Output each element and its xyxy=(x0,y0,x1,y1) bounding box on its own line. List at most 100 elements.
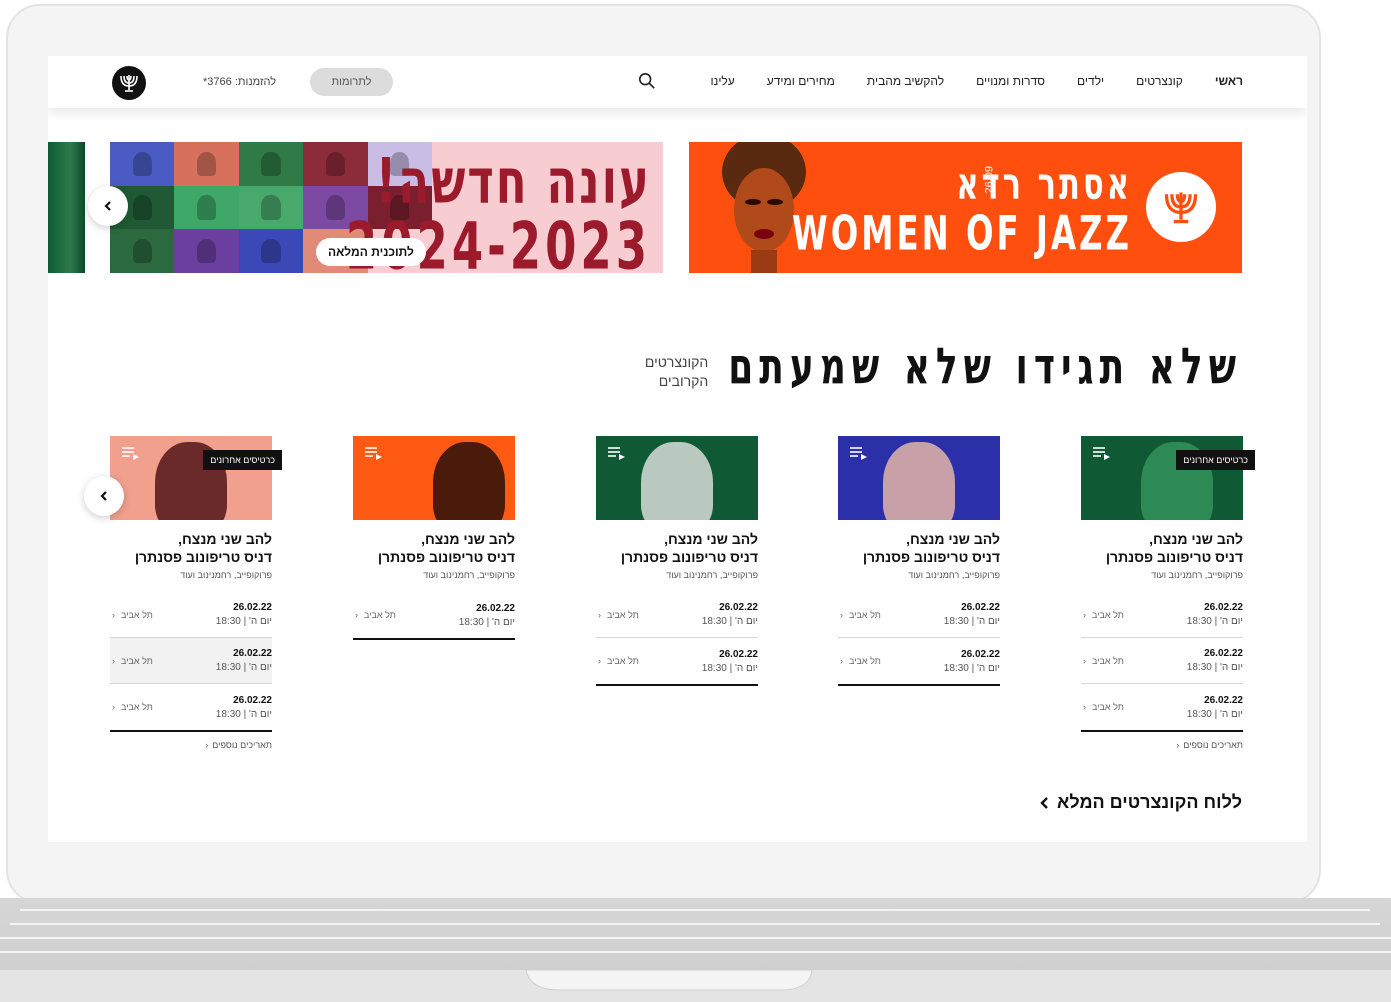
concert-image xyxy=(353,436,515,520)
concert-card[interactable]: כרטיסים אחרונים להב שני מנצח, דניס טריפו… xyxy=(110,436,282,750)
nav-item-series[interactable]: סדרות ומנויים xyxy=(976,74,1045,88)
browser-screen: ראשי קונצרטים ילדים סדרות ומנויים להקשיב… xyxy=(48,56,1307,842)
date: 26.02.22 xyxy=(233,648,272,659)
time: יום ה' | 18:30 xyxy=(1186,616,1243,627)
nav-item-home[interactable]: ראשי xyxy=(1215,74,1243,88)
city: תל אביב xyxy=(1092,609,1124,620)
date: 26.02.22 xyxy=(961,602,1000,613)
date-row[interactable]: 26.02.22 יום ה' | 18:30 תל אביב ‹ xyxy=(596,638,758,684)
concert-card[interactable]: להב שני מנצח, דניס טריפונוב פסנתרן פרוקו… xyxy=(353,436,515,640)
date-row[interactable]: 26.02.22 יום ה' | 18:30 תל אביב ‹ xyxy=(596,592,758,638)
dates-list: 26.02.22 יום ה' | 18:30 תל אביב ‹ 26.02.22… xyxy=(596,592,758,686)
donate-button[interactable]: לתרומות xyxy=(310,68,393,96)
section-title: שלא תגידו שלא שמעתם xyxy=(728,338,1242,396)
chevron-left-icon: ‹ xyxy=(112,702,115,712)
women-of-jazz-banner[interactable]: 26.09 אסתר רדא WOMEN OF JAZZ xyxy=(689,142,1242,273)
last-tickets-badge: כרטיסים אחרונים xyxy=(203,450,282,470)
city: תל אביב xyxy=(849,609,881,620)
date-row[interactable]: 26.02.22 יום ה' | 18:30 תל אביב ‹ xyxy=(110,592,272,638)
chevron-left-icon: ‹ xyxy=(1083,655,1086,666)
date-row[interactable]: 26.02.22 יום ה' | 18:30 תל אביב ‹ xyxy=(1081,592,1243,638)
date: 26.02.22 xyxy=(1204,602,1243,613)
chevron-left-icon xyxy=(100,491,107,501)
city: תל אביב xyxy=(364,610,396,620)
date-row[interactable]: 26.02.22 יום ה' | 18:30 תל אביב ‹ xyxy=(1081,684,1243,730)
date-row[interactable]: 26.02.22 יום ה' | 18:30 תל אביב ‹ xyxy=(1081,638,1243,684)
date: 26.02.22 xyxy=(1204,694,1243,706)
nav-item-listen-home[interactable]: להקשיב מהבית xyxy=(867,74,944,88)
season-banner[interactable]: עונה חדשה! 2024-2023 לתוכנית המלאה xyxy=(110,142,663,273)
date-row[interactable]: 26.02.22 יום ה' | 18:30 תל אביב ‹ xyxy=(838,638,1000,684)
banner-partial-left[interactable] xyxy=(48,142,85,273)
city: תל אביב xyxy=(849,656,881,666)
chevron-left-icon: ‹ xyxy=(1083,702,1086,712)
concert-card[interactable]: כרטיסים אחרונים להב שני מנצח, דניס טריפו… xyxy=(1081,436,1255,750)
city: תל אביב xyxy=(121,702,153,712)
chevron-left-icon xyxy=(1040,796,1048,809)
full-program-button[interactable]: לתוכנית המלאה xyxy=(316,238,426,266)
concert-title: להב שני מנצח, דניס טריפונוב פסנתרן xyxy=(1105,531,1243,565)
date-row[interactable]: 26.02.22 יום ה' | 18:30 תל אביב ‹ xyxy=(110,638,272,684)
concert-title: להב שני מנצח, דניס טריפונוב פסנתרן xyxy=(620,531,758,565)
date: 26.02.22 xyxy=(719,648,758,660)
chevron-left-icon: ‹ xyxy=(355,610,358,620)
time: יום ה' | 18:30 xyxy=(215,616,272,627)
time: יום ה' | 18:30 xyxy=(1186,662,1243,673)
time: יום ה' | 18:30 xyxy=(701,616,758,627)
dates-list: 26.02.22 יום ה' | 18:30 תל אביב ‹ 26.02.22… xyxy=(1081,592,1243,732)
chevron-left-icon: ‹ xyxy=(840,656,843,666)
city: תל אביב xyxy=(121,655,153,666)
banner-carousel-prev-button[interactable] xyxy=(88,186,128,226)
pianist-photo xyxy=(641,442,713,520)
date: 26.02.22 xyxy=(961,648,1000,660)
date-row[interactable]: 26.02.22 יום ה' | 18:30 תל אביב ‹ xyxy=(110,684,272,730)
concert-title: להב שני מנצח, דניס טריפונוב פסנתרן xyxy=(862,531,1000,565)
concert-image xyxy=(596,436,758,520)
singer-photo xyxy=(433,442,505,520)
musician-photo xyxy=(110,142,175,186)
chevron-left-icon: ‹ xyxy=(598,609,601,620)
date: 26.02.22 xyxy=(233,602,272,613)
chevron-left-icon xyxy=(104,201,111,211)
dates-list: 26.02.22 יום ה' | 18:30 תל אביב ‹ 26.02.22… xyxy=(110,592,272,732)
nav-item-prices[interactable]: מחירים ומידע xyxy=(767,74,835,88)
more-dates-link[interactable]: תאריכים נוספים ‹ xyxy=(110,740,272,750)
conductor-photo xyxy=(883,442,955,520)
concert-image xyxy=(110,436,272,520)
search-icon[interactable] xyxy=(638,72,656,90)
chevron-left-icon: ‹ xyxy=(840,609,843,620)
playlist-icon xyxy=(1093,447,1110,460)
city: תל אביב xyxy=(607,609,639,620)
more-dates-label: תאריכים נוספים xyxy=(1183,740,1243,750)
jazz-title-he: אסתר רדא xyxy=(956,158,1132,211)
nav-item-kids[interactable]: ילדים xyxy=(1077,74,1104,88)
menorah-logo-icon[interactable] xyxy=(112,66,146,100)
jazz-title: אסתר רדא WOMEN OF JAZZ xyxy=(792,158,1132,258)
concert-card[interactable]: להב שני מנצח, דניס טריפונוב פסנתרן פרוקו… xyxy=(596,436,758,686)
date-row[interactable]: 26.02.22 יום ה' | 18:30 תל אביב ‹ xyxy=(353,592,515,638)
city: תל אביב xyxy=(1092,655,1124,666)
nav-item-concerts[interactable]: קונצרטים xyxy=(1136,74,1183,88)
cards-carousel-prev-button[interactable] xyxy=(84,476,124,516)
concert-title: להב שני מנצח, דניס טריפונוב פסנתרן xyxy=(377,531,515,565)
chevron-left-icon: ‹ xyxy=(1083,609,1086,620)
chevron-left-icon: ‹ xyxy=(1176,740,1180,750)
musician-photo xyxy=(110,229,175,273)
full-concert-list-link[interactable]: ללוח הקונצרטים המלא xyxy=(1039,792,1242,813)
city: תל אביב xyxy=(121,609,153,620)
concert-card[interactable]: להב שני מנצח, דניס טריפונוב פסנתרן פרוקו… xyxy=(838,436,1000,686)
chevron-left-icon: ‹ xyxy=(112,609,115,620)
nav-item-about[interactable]: עלינו xyxy=(711,74,735,88)
playlist-icon xyxy=(365,447,382,460)
chevron-left-icon: ‹ xyxy=(598,656,601,666)
dates-list: 26.02.22 יום ה' | 18:30 תל אביב ‹ 26.02.22… xyxy=(838,592,1000,686)
last-tickets-badge: כרטיסים אחרונים xyxy=(1176,450,1255,470)
time: יום ה' | 18:30 xyxy=(943,662,1000,674)
musician-photo xyxy=(238,142,304,186)
musician-photo xyxy=(174,142,239,186)
more-dates-link[interactable]: תאריכים נוספים ‹ xyxy=(1081,740,1243,750)
season-title-he: עונה חדשה! xyxy=(375,145,651,218)
chevron-left-icon: ‹ xyxy=(112,655,115,666)
date-row[interactable]: 26.02.22 יום ה' | 18:30 תל אביב ‹ xyxy=(838,592,1000,638)
laptop-keyboard-base xyxy=(0,898,1391,1002)
